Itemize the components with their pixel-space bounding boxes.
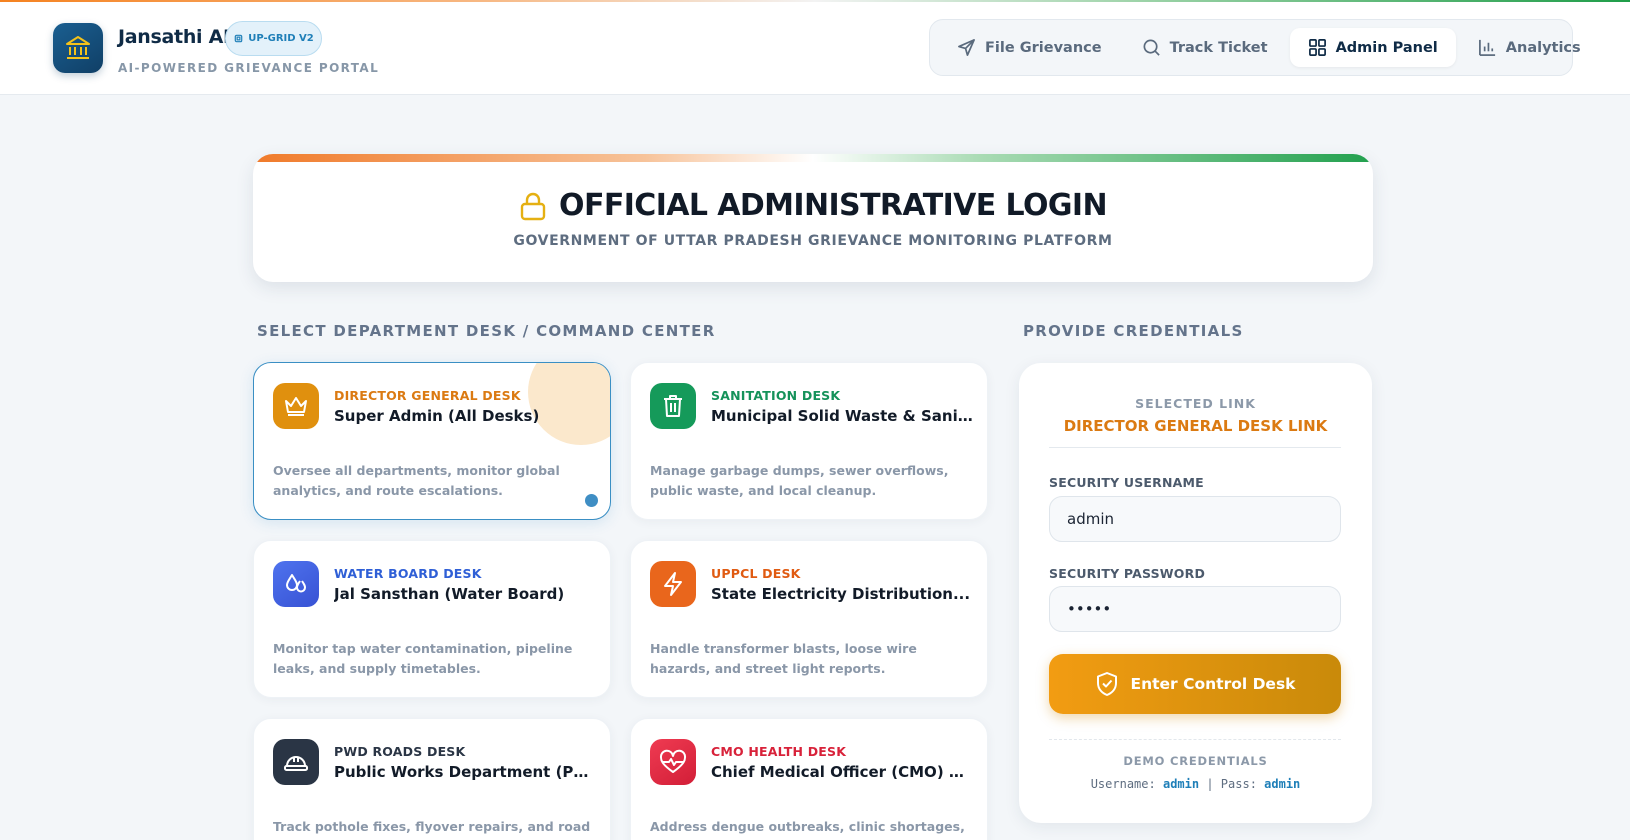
desk-icon-badge <box>273 561 319 607</box>
desk-section-label: SELECT DEPARTMENT DESK / COMMAND CENTER <box>257 322 716 340</box>
nav-file-grievance[interactable]: File Grievance <box>939 28 1120 67</box>
search-icon <box>1143 39 1160 56</box>
version-badge: UP-GRID V2 <box>225 21 322 56</box>
desk-tag: DIRECTOR GENERAL DESK <box>334 388 521 403</box>
nav-analytics[interactable]: Analytics <box>1460 28 1599 67</box>
enter-control-desk-button[interactable]: Enter Control Desk <box>1049 654 1341 714</box>
app-header: Jansathi AI UP-GRID V2 AI-POWERED GRIEVA… <box>0 2 1630 95</box>
credentials-panel: SELECTED LINK DIRECTOR GENERAL DESK LINK… <box>1019 363 1372 823</box>
desk-title: Chief Medical Officer (CMO) Office <box>711 763 973 781</box>
lock-icon <box>520 192 546 220</box>
desk-card-uppcl[interactable]: UPPCL DESK State Electricity Distributio… <box>630 540 988 698</box>
desk-icon-badge <box>273 739 319 785</box>
page-subtitle: GOVERNMENT OF UTTAR PRADESH GRIEVANCE MO… <box>513 233 1113 249</box>
desk-icon-badge <box>650 383 696 429</box>
nav-admin-panel[interactable]: Admin Panel <box>1289 28 1456 67</box>
username-label: SECURITY USERNAME <box>1049 475 1204 490</box>
send-icon <box>958 39 975 56</box>
nav-label: Admin Panel <box>1335 39 1438 56</box>
desk-icon-badge <box>273 383 319 429</box>
desk-description: Monitor tap water contamination, pipelin… <box>273 641 573 676</box>
bar-chart-icon <box>1478 39 1495 56</box>
divider <box>1049 447 1341 448</box>
desk-card-water-board[interactable]: WATER BOARD DESK Jal Sansthan (Water Boa… <box>253 540 611 698</box>
dashed-divider <box>1049 739 1341 740</box>
card-decoration <box>528 363 610 445</box>
desk-title: Public Works Department (PWD) <box>334 763 596 781</box>
government-building-icon <box>66 36 90 59</box>
desk-description: Oversee all departments, monitor global … <box>273 463 560 498</box>
desk-card-sanitation[interactable]: SANITATION DESK Municipal Solid Waste & … <box>630 362 988 520</box>
brand-name: Jansathi AI <box>118 26 230 48</box>
nav-label: Analytics <box>1505 39 1581 56</box>
password-input[interactable]: ••••• <box>1049 586 1341 632</box>
desk-icon-badge <box>650 739 696 785</box>
desk-card-pwd-roads[interactable]: PWD ROADS DESK Public Works Department (… <box>253 718 611 840</box>
desk-tag: SANITATION DESK <box>711 388 841 403</box>
logo[interactable] <box>53 23 103 73</box>
droplets-icon <box>286 574 306 593</box>
demo-credentials-label: DEMO CREDENTIALS <box>1123 754 1268 768</box>
page-title-text: OFFICIAL ADMINISTRATIVE LOGIN <box>559 188 1108 223</box>
submit-label: Enter Control Desk <box>1130 675 1296 693</box>
demo-password-label: Pass: <box>1220 777 1257 791</box>
brand-subtitle: AI-POWERED GRIEVANCE PORTAL <box>118 61 380 75</box>
hardhat-icon <box>284 756 308 771</box>
demo-username-label: Username: <box>1090 777 1156 791</box>
desk-tag: WATER BOARD DESK <box>334 566 482 581</box>
main-nav: File Grievance Track Ticket Admin Panel … <box>929 19 1581 76</box>
desk-description: Track pothole fixes, flyover repairs, an… <box>273 819 591 834</box>
tricolor-bar <box>253 154 1373 162</box>
desk-tag: UPPCL DESK <box>711 566 801 581</box>
desk-description: Handle transformer blasts, loose wire ha… <box>650 641 917 676</box>
page-title: OFFICIAL ADMINISTRATIVE LOGIN <box>253 188 1373 223</box>
desk-title: Municipal Solid Waste & Sanitation... <box>711 407 973 425</box>
password-label: SECURITY PASSWORD <box>1049 566 1206 581</box>
crown-icon <box>285 397 307 416</box>
lightning-icon <box>664 572 682 596</box>
trash-icon <box>664 395 682 417</box>
nav-label: File Grievance <box>985 39 1102 56</box>
nav-track-ticket[interactable]: Track Ticket <box>1124 28 1286 67</box>
selected-link-value: DIRECTOR GENERAL DESK LINK <box>1063 417 1328 435</box>
grid-icon <box>1308 39 1326 56</box>
username-value: admin <box>1067 510 1114 528</box>
demo-credentials-line: Username: admin | Pass: admin <box>1019 777 1372 791</box>
selected-link-label: SELECTED LINK <box>1135 396 1256 411</box>
credentials-section-label: PROVIDE CREDENTIALS <box>1023 322 1244 340</box>
desk-title: Jal Sansthan (Water Board) <box>334 585 565 603</box>
heart-pulse-icon <box>659 749 687 773</box>
desk-title: State Electricity Distribution... <box>711 585 971 603</box>
nav-label: Track Ticket <box>1169 39 1268 56</box>
desk-icon-badge <box>650 561 696 607</box>
demo-username: admin <box>1162 777 1200 791</box>
shield-check-icon <box>1096 672 1117 696</box>
demo-separator: | <box>1206 777 1214 791</box>
selected-indicator <box>585 494 598 507</box>
desk-card-cmo-health[interactable]: CMO HEALTH DESK Chief Medical Officer (C… <box>630 718 988 840</box>
chip-icon <box>234 34 243 43</box>
desk-description: Address dengue outbreaks, clinic shortag… <box>650 819 965 840</box>
version-badge-label: UP-GRID V2 <box>248 33 314 44</box>
password-value: ••••• <box>1067 600 1112 618</box>
desk-tag: CMO HEALTH DESK <box>711 744 847 759</box>
demo-password: admin <box>1264 777 1301 791</box>
desk-title: Super Admin (All Desks) <box>334 407 540 425</box>
desk-tag: PWD ROADS DESK <box>334 744 466 759</box>
username-input[interactable]: admin <box>1049 496 1341 542</box>
login-banner: OFFICIAL ADMINISTRATIVE LOGIN GOVERNMENT… <box>253 154 1373 282</box>
desk-card-director-general[interactable]: DIRECTOR GENERAL DESK Super Admin (All D… <box>253 362 611 520</box>
desk-description: Manage garbage dumps, sewer overflows, p… <box>650 463 949 498</box>
